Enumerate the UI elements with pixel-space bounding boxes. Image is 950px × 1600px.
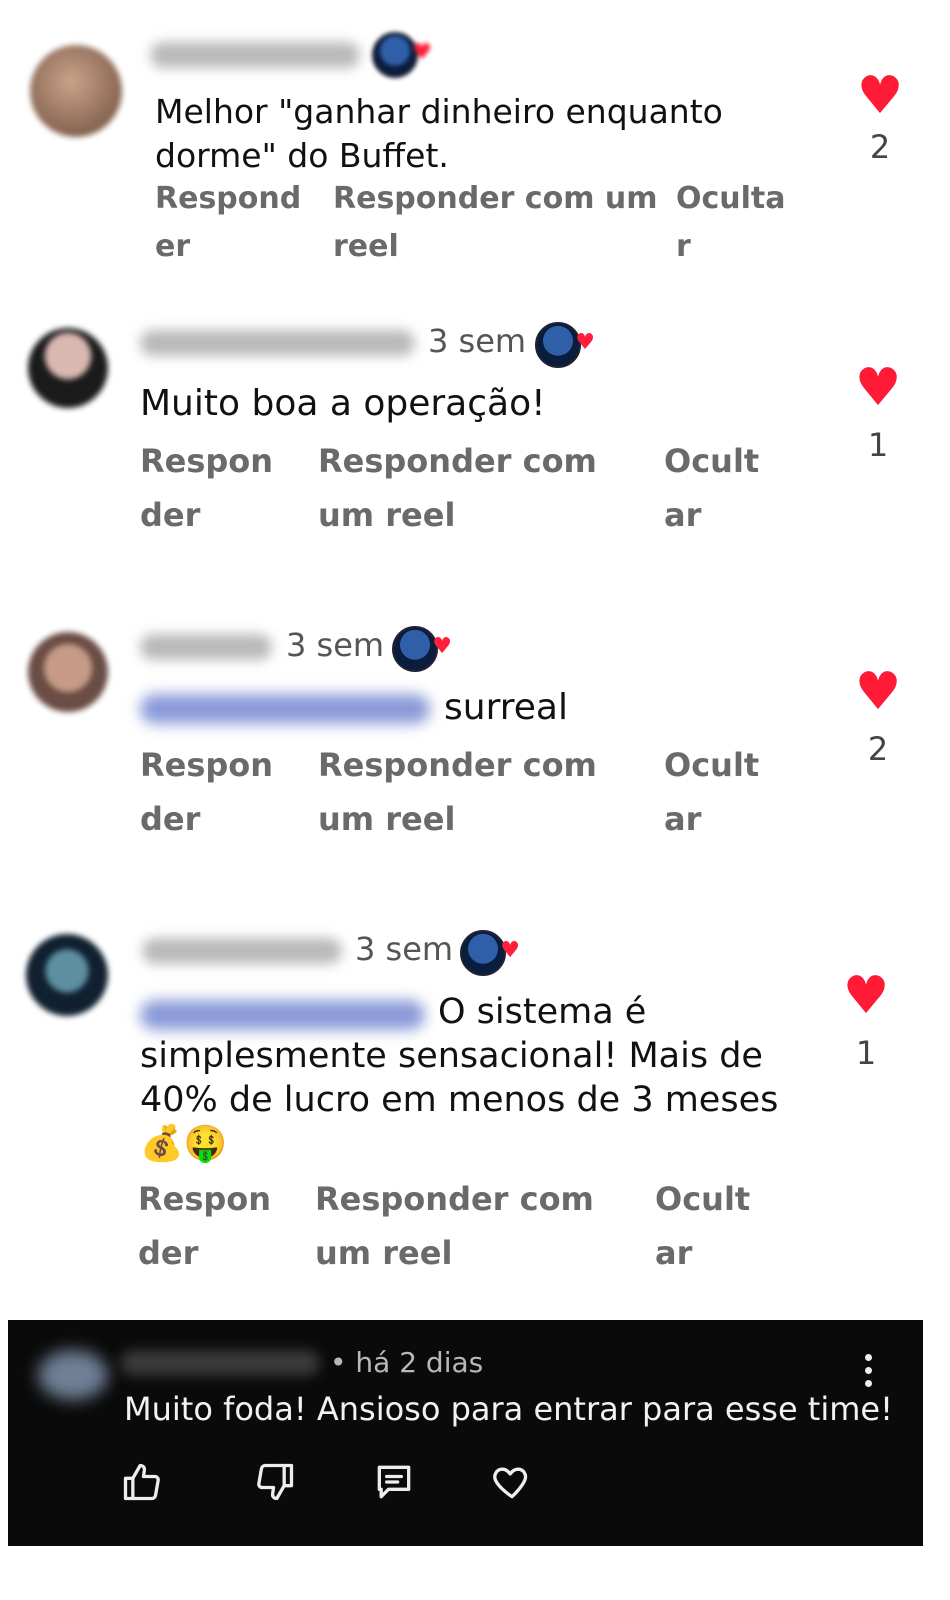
reply-button[interactable]: Respon der <box>138 1172 271 1280</box>
like-heart-icon[interactable]: ♥ <box>848 666 908 718</box>
like-count: 2 <box>869 128 891 166</box>
comment-text: O sistema é simplesmente sensacional! Ma… <box>140 992 779 1164</box>
comment-time: • há 2 dias <box>330 1346 484 1379</box>
reply-with-reel-button[interactable]: Responder com um reel <box>318 738 597 846</box>
reply-button[interactable]: Respon der <box>140 738 273 846</box>
reply-button[interactable]: Respon der <box>140 434 273 542</box>
comment-3: 3 sem ♥ surreal Respon der Responder com… <box>0 604 950 904</box>
comment-time: 3 sem <box>428 322 527 360</box>
more-vertical-icon[interactable] <box>865 1354 875 1393</box>
badge-icon: ♥ <box>460 930 520 976</box>
reply-with-reel-button[interactable]: Responder com um reel <box>318 434 597 542</box>
hide-button[interactable]: Ocult ar <box>664 738 759 846</box>
comment-text: Muito foda! Ansioso para entrar para ess… <box>124 1390 893 1428</box>
hide-button[interactable]: Ocult ar <box>664 434 759 542</box>
chat-icon[interactable] <box>372 1460 416 1504</box>
like-heart-icon[interactable]: ♥ <box>850 70 910 122</box>
avatar[interactable] <box>28 328 108 408</box>
comment-4: 3 sem ♥ O sistema é simplesmente sensaci… <box>0 908 950 1308</box>
reply-with-reel-button[interactable]: Responder com um reel <box>333 175 658 271</box>
thumbs-down-icon[interactable] <box>253 1460 297 1504</box>
youtube-comment-panel: • há 2 dias Muito foda! Ansioso para ent… <box>8 1320 923 1546</box>
mention-tag[interactable] <box>140 694 430 724</box>
badge-icon: ♥ <box>372 32 432 78</box>
username[interactable] <box>142 938 342 964</box>
comment-time: 3 sem <box>286 626 385 664</box>
reply-button[interactable]: Respond er <box>155 175 301 271</box>
reply-with-reel-button[interactable]: Responder com um reel <box>315 1172 594 1280</box>
like-count: 2 <box>867 730 889 768</box>
badge-icon: ♥ <box>392 626 452 672</box>
avatar[interactable] <box>28 632 108 712</box>
hide-button[interactable]: Oculta r <box>676 175 786 271</box>
comment-time: 3 sem <box>355 930 454 968</box>
comment-text: Melhor "ganhar dinheiro enquanto dorme" … <box>155 92 723 175</box>
comment-text: Muito boa a operação! <box>140 383 546 424</box>
thumbs-up-icon[interactable] <box>120 1460 164 1504</box>
avatar[interactable] <box>26 934 108 1016</box>
heart-icon[interactable] <box>490 1460 534 1504</box>
heart-icon: ♥ <box>575 330 595 355</box>
heart-icon: ♥ <box>500 938 520 963</box>
hide-button[interactable]: Ocult ar <box>655 1172 750 1280</box>
comment-text: surreal <box>444 687 568 728</box>
heart-icon: ♥ <box>432 634 452 659</box>
like-count: 1 <box>855 1034 877 1072</box>
comment-2: 3 sem ♥ Muito boa a operação! Respon der… <box>0 300 950 600</box>
like-heart-icon[interactable]: ♥ <box>836 970 896 1022</box>
username[interactable] <box>140 634 272 660</box>
avatar[interactable] <box>38 1350 108 1400</box>
avatar[interactable] <box>30 45 122 137</box>
username[interactable] <box>120 1350 320 1376</box>
badge-icon: ♥ <box>535 322 595 368</box>
username[interactable] <box>150 42 360 68</box>
comment-1: ♥ Melhor "ganhar dinheiro enquanto dorme… <box>0 0 950 300</box>
like-heart-icon[interactable]: ♥ <box>848 362 908 414</box>
heart-icon: ♥ <box>412 40 432 65</box>
username[interactable] <box>140 330 415 356</box>
like-count: 1 <box>867 426 889 464</box>
